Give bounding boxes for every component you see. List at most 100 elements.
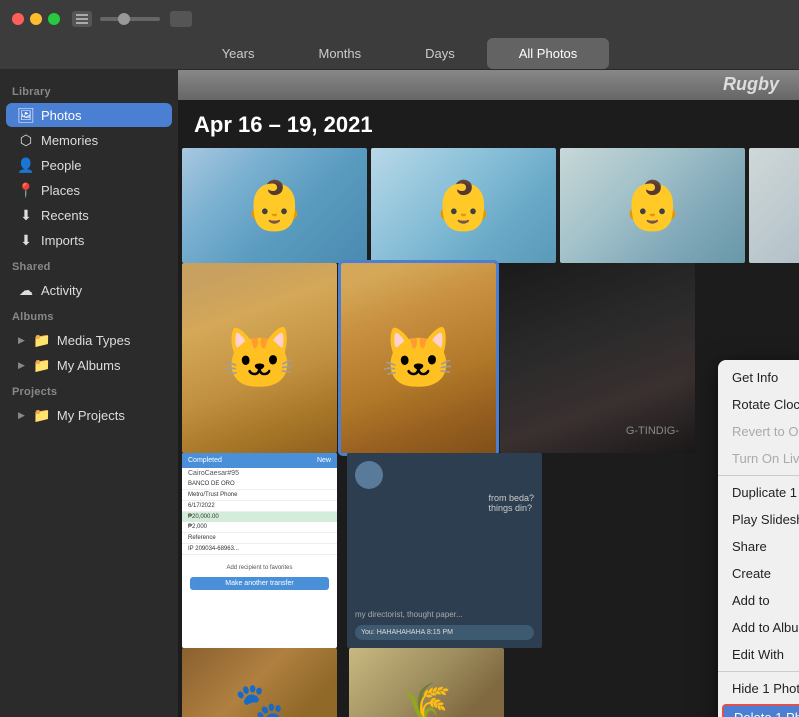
sidebar-item-recents-label: Recents bbox=[41, 208, 89, 223]
sidebar-item-imports[interactable]: ⬇ Imports bbox=[6, 228, 172, 252]
photo-row-misc: CompletedNew CairoCaesar#95 BANCO DE ORO… bbox=[178, 453, 799, 648]
bottom-image-2: 🌾 bbox=[349, 648, 504, 717]
sidebar-item-my-albums[interactable]: ▶ 📁 My Albums bbox=[6, 353, 172, 377]
photo-content: Rugby Apr 16 – 19, 2021 👶 👶 👶 🐱 🐱 bbox=[178, 70, 799, 717]
media-types-icon: 📁 bbox=[34, 332, 50, 348]
sidebar-item-imports-label: Imports bbox=[41, 233, 84, 248]
sidebar-item-my-projects-label: My Projects bbox=[57, 408, 125, 423]
menu-item-create[interactable]: Create ▶ bbox=[718, 560, 799, 587]
albums-section-label: Albums bbox=[0, 303, 178, 327]
chat-message: You: HAHAHAHAHA 8:15 PM bbox=[355, 625, 534, 640]
menu-item-share[interactable]: Share ▶ bbox=[718, 533, 799, 560]
photo-thumb[interactable]: 👶 bbox=[371, 148, 556, 263]
baby-image-3: 👶 bbox=[560, 148, 745, 263]
tab-days[interactable]: Days bbox=[393, 38, 487, 69]
photo-row-cats: 🐱 🐱 G-TINDIG- bbox=[178, 263, 799, 453]
menu-item-add-to-album[interactable]: Add to Album bbox=[718, 614, 799, 641]
sidebar-item-recents[interactable]: ⬇ Recents bbox=[6, 203, 172, 227]
cat-image-2: 🐱 bbox=[341, 263, 496, 453]
sidebar-item-my-albums-label: My Albums bbox=[57, 358, 121, 373]
photo-thumb-chat[interactable]: my directorist, thought paper... You: HA… bbox=[347, 453, 542, 648]
sidebar-item-activity-label: Activity bbox=[41, 283, 82, 298]
tab-all-photos[interactable]: All Photos bbox=[487, 38, 610, 69]
view-toggle-button[interactable] bbox=[170, 11, 192, 27]
sidebar-item-memories[interactable]: ⬡ Memories bbox=[6, 128, 172, 152]
minimize-button[interactable] bbox=[30, 13, 42, 25]
sidebar-item-photos[interactable]: 🖼 Photos bbox=[6, 103, 172, 127]
zoom-slider[interactable] bbox=[100, 17, 160, 21]
tab-years[interactable]: Years bbox=[190, 38, 287, 69]
sidebar-item-memories-label: Memories bbox=[41, 133, 98, 148]
bottom-image-1: 🐾 bbox=[182, 648, 337, 717]
photo-thumb[interactable]: 👶 bbox=[560, 148, 745, 263]
expand-icon-3: ▶ bbox=[18, 410, 25, 421]
people-icon: 👤 bbox=[18, 157, 34, 173]
gap2 bbox=[341, 648, 345, 717]
menu-item-slideshow[interactable]: Play Slideshow bbox=[718, 506, 799, 533]
photo-thumb-partial[interactable] bbox=[749, 148, 799, 263]
menu-item-add-to[interactable]: Add to ▶ bbox=[718, 587, 799, 614]
sidebar-item-places[interactable]: 📍 Places bbox=[6, 178, 172, 202]
sidebar-item-places-label: Places bbox=[41, 183, 80, 198]
memories-icon: ⬡ bbox=[18, 132, 34, 148]
traffic-lights bbox=[0, 13, 60, 25]
shared-section-label: Shared bbox=[0, 253, 178, 277]
sidebar-item-people-label: People bbox=[41, 158, 81, 173]
menu-item-hide[interactable]: Hide 1 Photo bbox=[718, 675, 799, 702]
menu-separator-1 bbox=[718, 475, 799, 476]
cat-image-1: 🐱 bbox=[182, 263, 337, 453]
menu-item-live-photo: Turn On Live Photo bbox=[718, 445, 799, 472]
menu-item-rotate[interactable]: Rotate Clockwise bbox=[718, 391, 799, 418]
sidebar-item-people[interactable]: 👤 People bbox=[6, 153, 172, 177]
activity-icon: ☁ bbox=[18, 282, 34, 298]
chat-extra-text: from beda?things din? bbox=[488, 493, 534, 513]
photo-thumb-cat-selected[interactable]: 🐱 bbox=[341, 263, 496, 453]
watermark-text: G-TINDIG- bbox=[618, 417, 687, 445]
sidebar-item-activity[interactable]: ☁ Activity bbox=[6, 278, 172, 302]
menu-separator-2 bbox=[718, 671, 799, 672]
photo-thumb[interactable]: 👶 bbox=[182, 148, 367, 263]
titlebar bbox=[0, 0, 799, 38]
menu-item-delete[interactable]: Delete 1 Photo bbox=[722, 704, 799, 717]
my-projects-icon: 📁 bbox=[34, 407, 50, 423]
menu-item-edit-with[interactable]: Edit With ▶ bbox=[718, 641, 799, 668]
photo-thumb-screenshot[interactable]: CompletedNew CairoCaesar#95 BANCO DE ORO… bbox=[182, 453, 337, 648]
chat-avatar bbox=[355, 461, 383, 489]
menu-item-revert: Revert to Original bbox=[718, 418, 799, 445]
maximize-button[interactable] bbox=[48, 13, 60, 25]
recents-icon: ⬇ bbox=[18, 207, 34, 223]
gap bbox=[341, 453, 343, 648]
close-button[interactable] bbox=[12, 13, 24, 25]
places-icon: 📍 bbox=[18, 182, 34, 198]
sidebar-item-media-types-label: Media Types bbox=[57, 333, 130, 348]
chat-name: my directorist, thought paper... bbox=[355, 610, 534, 619]
sidebar-item-photos-label: Photos bbox=[41, 108, 81, 123]
date-header: Apr 16 – 19, 2021 bbox=[178, 100, 799, 148]
photo-row-babies: 👶 👶 👶 bbox=[178, 148, 799, 263]
tab-months[interactable]: Months bbox=[286, 38, 393, 69]
photos-icon: 🖼 bbox=[18, 107, 34, 123]
sidebar-item-my-projects[interactable]: ▶ 📁 My Projects bbox=[6, 403, 172, 427]
photo-thumb-bottom-1[interactable]: 🐾 bbox=[182, 648, 337, 717]
sidebar-item-media-types[interactable]: ▶ 📁 Media Types bbox=[6, 328, 172, 352]
photo-thumb-cat-1[interactable]: 🐱 bbox=[182, 263, 337, 453]
menu-item-duplicate[interactable]: Duplicate 1 Photo bbox=[718, 479, 799, 506]
tabbar: Years Months Days All Photos bbox=[0, 38, 799, 70]
expand-icon: ▶ bbox=[18, 335, 25, 346]
library-section-label: Library bbox=[0, 78, 178, 102]
sidebar: Library 🖼 Photos ⬡ Memories 👤 People 📍 P… bbox=[0, 70, 178, 717]
baby-image-2: 👶 bbox=[371, 148, 556, 263]
photo-row-bottom: 🐾 🌾 bbox=[178, 648, 799, 717]
menu-item-get-info[interactable]: Get Info bbox=[718, 364, 799, 391]
photo-thumb-dark[interactable]: G-TINDIG- bbox=[500, 263, 695, 453]
titlebar-controls bbox=[72, 11, 192, 27]
photo-thumb-bottom-2[interactable]: 🌾 bbox=[349, 648, 504, 717]
main-area: Library 🖼 Photos ⬡ Memories 👤 People 📍 P… bbox=[0, 70, 799, 717]
expand-icon-2: ▶ bbox=[18, 360, 25, 371]
sidebar-toggle-button[interactable] bbox=[72, 11, 92, 27]
my-albums-icon: 📁 bbox=[34, 357, 50, 373]
projects-section-label: Projects bbox=[0, 378, 178, 402]
baby-image-1: 👶 bbox=[182, 148, 367, 263]
imports-icon: ⬇ bbox=[18, 232, 34, 248]
context-menu: Get Info Rotate Clockwise Revert to Orig… bbox=[718, 360, 799, 717]
